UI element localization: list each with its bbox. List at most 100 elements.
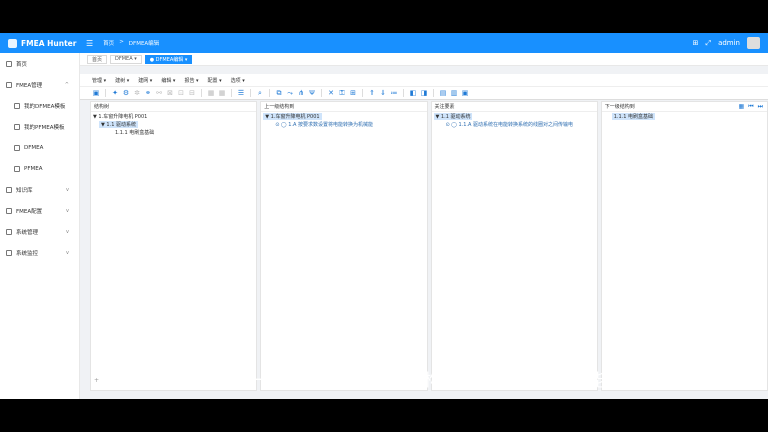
avatar[interactable] [747, 37, 760, 49]
table-alt-icon[interactable]: ▥ [450, 89, 458, 97]
sidebar-item[interactable]: 知识库 v [0, 179, 79, 200]
collapse-down-icon[interactable]: ⇓ [379, 89, 387, 97]
sidebar-item[interactable]: 系统管理 v [0, 221, 79, 242]
expand-icon[interactable]: ⊞ [349, 89, 357, 97]
sidebar-item[interactable]: FMEA管理 ^ [0, 74, 79, 95]
lower-structure-panel: 下一级结构到 ▦ ⏮ ⏭ 1.1.1 电刷盒基础 [600, 101, 768, 391]
grid-icon[interactable]: ▦ [207, 89, 215, 97]
save-icon[interactable]: ▣ [92, 89, 100, 97]
divider [201, 89, 202, 97]
breadcrumb-home[interactable]: 首页 [103, 39, 114, 47]
sidebar-item[interactable]: 系统监控 v [0, 242, 79, 263]
tree-node[interactable]: 1.1.1 电刷盒基础 [91, 128, 256, 136]
tree-node[interactable]: ▼ 1.1 驱动系统 [432, 112, 597, 120]
menu-icon [6, 186, 12, 193]
split-view-alt-icon[interactable]: ◨ [420, 89, 428, 97]
focus-element-tree: ▼ 1.1 驱动系统 ⊙ ◯ 1.1.A 驱动系统在电能转换系统的线圈对之间传输电 [432, 112, 597, 128]
menu-item[interactable]: 配置 ▾ [208, 77, 222, 84]
split-view-icon[interactable]: ◧ [409, 89, 417, 97]
menu-item[interactable]: 建树 ▾ [115, 77, 129, 84]
language-icon[interactable]: ⊞ [693, 39, 699, 47]
panel-tools: ▦ ⏮ ⏭ [739, 103, 767, 111]
tree-node-label: ▼ 1.1 驱动系统 [433, 112, 473, 120]
menu-toggle-icon[interactable]: ☰ [86, 39, 93, 48]
app-logo[interactable]: FMEA Hunter [0, 38, 80, 48]
sidebar-item[interactable]: 我的DFMEA模板 [0, 95, 79, 116]
sidebar-item-label: 知识库 [16, 187, 33, 194]
search-icon[interactable]: ⌕ [256, 89, 264, 97]
breadcrumb-separator: > [119, 39, 124, 45]
first-icon[interactable]: ⏮ [748, 103, 753, 111]
puzzle-icon[interactable]: ✦ [111, 89, 119, 97]
gear-icon[interactable]: ⚙ [122, 89, 130, 97]
chevron-icon: v [66, 228, 69, 235]
menu-item[interactable]: 报告 ▾ [184, 77, 198, 84]
divider [269, 89, 270, 97]
link-icon[interactable]: ⚭ [144, 89, 152, 97]
chevron-icon: ^ [64, 81, 69, 88]
tab[interactable]: 首页 [87, 54, 108, 64]
fork-icon[interactable]: Ψ [308, 89, 316, 97]
sidebar-item-label: 我的PFMEA模板 [24, 124, 65, 131]
divider [362, 89, 363, 97]
unlink-icon[interactable]: ⚯ [155, 89, 163, 97]
divider [433, 89, 434, 97]
collapse-up-icon[interactable]: ⇑ [368, 89, 376, 97]
last-icon[interactable]: ⏭ [758, 103, 763, 111]
tree-node-label: ▼ 1.1 驱动系统 [99, 120, 138, 128]
sidebar-item-label: 系统监控 [16, 250, 39, 257]
cut-icon[interactable]: ⊡ [177, 89, 185, 97]
table-icon[interactable]: ▤ [439, 89, 447, 97]
tab[interactable]: DFMEA ▾ [110, 54, 142, 64]
panel-title: 结构树 [91, 102, 257, 112]
structure-tree: ▼ 1.车窗升降电机 P001 ▼ 1.1 驱动系统 1.1.1 电刷盒基础 [91, 112, 256, 136]
tree-node[interactable]: ▼ 1.车窗升降电机 P001 [261, 112, 426, 120]
tabs-bar: 首页 DFMEA ▾ ● DFMEA编辑 ▾ [80, 53, 768, 66]
sidebar-item[interactable]: 我的PFMEA模板 [0, 116, 79, 137]
calendar-icon[interactable]: ▦ [739, 103, 745, 111]
divider [250, 89, 251, 97]
sidebar-item[interactable]: 首页 [0, 53, 79, 74]
menu-bar: 管理 ▾ 建树 ▾ 建网 ▾ 编辑 ▾ 报告 ▾ 配置 ▾ 选项 ▾ [80, 74, 768, 87]
tree-node[interactable]: ⊙ ◯ 1.A 按要求数设置将电能转换为机械能 [261, 120, 426, 128]
tree-node[interactable]: ▼ 1.车窗升降电机 P001 [91, 112, 256, 120]
indent-icon[interactable]: ≔ [390, 89, 398, 97]
tree-node[interactable]: ⊙ ◯ 1.1.A 驱动系统在电能转换系统的线圈对之间传输电 [432, 120, 597, 128]
key-icon[interactable]: ⚿ [338, 89, 346, 97]
menu-icon [6, 228, 12, 235]
panel-header: 下一级结构到 ▦ ⏮ ⏭ [601, 102, 767, 112]
tree-node[interactable]: ▼ 1.1 驱动系统 [91, 120, 256, 128]
tree-node-label: 1.1.1 电刷盒基础 [115, 129, 155, 136]
user-name[interactable]: admin [718, 39, 740, 47]
menu-icon [14, 102, 20, 109]
network-icon[interactable]: ⤳ [286, 89, 294, 97]
gear-outline-icon[interactable]: ✲ [133, 89, 141, 97]
menu-item[interactable]: 选项 ▾ [231, 77, 245, 84]
branch-icon[interactable]: ⋔ [297, 89, 305, 97]
copy-node-icon[interactable]: ⧉ [275, 89, 283, 97]
close-icon[interactable]: ✕ [327, 89, 335, 97]
delete-node-icon[interactable]: ⊠ [166, 89, 174, 97]
divider [321, 89, 322, 97]
menu-item[interactable]: 管理 ▾ [92, 77, 106, 84]
sidebar-item[interactable]: PFMEA [0, 158, 79, 179]
grid-alt-icon[interactable]: ▦ [218, 89, 226, 97]
menu-icon [6, 207, 12, 214]
sidebar-item[interactable]: FMEA配置 v [0, 200, 79, 221]
menu-icon [6, 81, 12, 88]
fullscreen-icon[interactable]: ⤢ [705, 39, 711, 48]
list-icon[interactable]: ☰ [237, 89, 245, 97]
panel-title: 下一级结构到 [604, 104, 635, 110]
toolbar: ▣ ✦ ⚙ ✲ ⚭ ⚯ ⊠ ⊡ ⊟ ▦ ▦ ☰ ⌕ ⧉ ⤳ ⋔ Ψ ✕ ⚿ ⊞ [80, 87, 768, 100]
tab[interactable]: ● DFMEA编辑 ▾ [144, 54, 193, 64]
menu-item[interactable]: 建网 ▾ [138, 77, 152, 84]
tree-node[interactable]: 1.1.1 电刷盒基础 [602, 112, 767, 120]
top-right-tools: ⊞ ⤢ admin [693, 37, 768, 49]
copy-icon[interactable]: ⊟ [188, 89, 196, 97]
fullscreen-panel-icon[interactable]: ▣ [461, 89, 469, 97]
divider [403, 89, 404, 97]
sidebar-item-label: FMEA管理 [16, 82, 43, 89]
menu-item[interactable]: 编辑 ▾ [161, 77, 175, 84]
sidebar-item-label: 首页 [16, 61, 28, 68]
sidebar-item[interactable]: DFMEA [0, 137, 79, 158]
